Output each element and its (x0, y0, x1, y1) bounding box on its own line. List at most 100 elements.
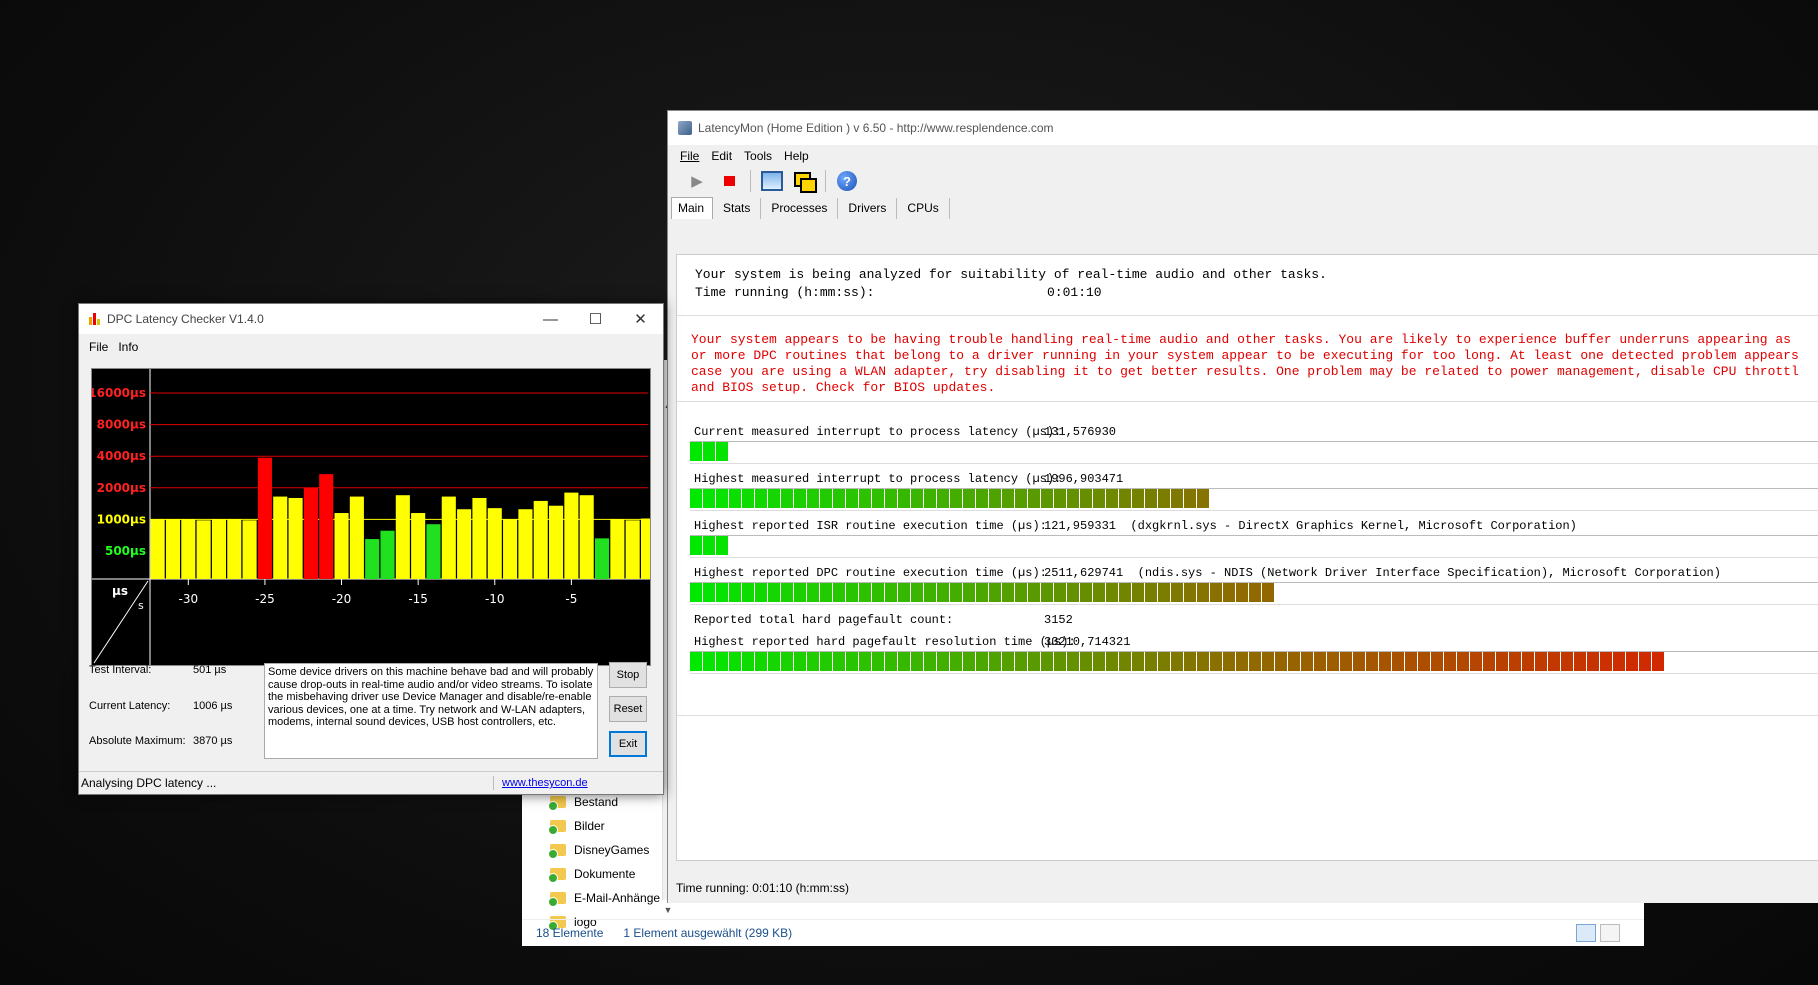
chart-bar (288, 497, 303, 579)
monitor-icon[interactable] (761, 170, 783, 192)
bar-segment (1028, 489, 1040, 508)
bar-segment (716, 583, 728, 602)
tab-cpus[interactable]: CPUs (897, 198, 950, 219)
metric-label: Current measured interrupt to process la… (694, 425, 1062, 439)
bar-segment (1561, 652, 1573, 671)
bar-segment (976, 489, 988, 508)
y-tick-label: 500µs (105, 544, 146, 558)
folder-item[interactable]: Bilder (548, 814, 660, 838)
bar-segment (911, 652, 923, 671)
latency-bar (690, 535, 1818, 558)
bar-segment (937, 652, 949, 671)
bar-segment (1119, 652, 1131, 671)
tab-stats[interactable]: Stats (713, 198, 762, 219)
chart-bar (640, 518, 656, 579)
x-tick-label: -5 (565, 592, 577, 606)
x-unit-label: s (138, 599, 144, 612)
chart-bar (365, 539, 380, 579)
latency-bar (690, 441, 1818, 464)
reset-button[interactable]: Reset (609, 696, 647, 722)
bar-segment (1080, 489, 1092, 508)
chart-bar (319, 474, 334, 579)
chart-bar (549, 505, 564, 579)
bar-segment (1444, 652, 1456, 671)
menu-file[interactable]: File (680, 149, 699, 163)
stop-button[interactable]: Stop (609, 662, 647, 688)
bar-segment (1548, 652, 1560, 671)
bar-segment (1106, 489, 1118, 508)
window-title: DPC Latency Checker V1.4.0 (107, 312, 264, 326)
bar-segment (716, 652, 728, 671)
windows-icon[interactable] (793, 170, 817, 193)
thesycon-link[interactable]: www.thesycon.de (502, 777, 588, 789)
menu-edit[interactable]: Edit (711, 149, 732, 163)
bar-segment (768, 489, 780, 508)
play-icon[interactable]: ▶ (686, 170, 708, 192)
exit-button[interactable]: Exit (609, 731, 647, 757)
metric-value: 1996,903471 (1044, 472, 1124, 486)
large-icons-view-icon[interactable] (1600, 924, 1620, 942)
bar-segment (1184, 583, 1196, 602)
bar-segment (898, 583, 910, 602)
dpc-titlebar[interactable]: DPC Latency Checker V1.4.0 — ☐ ✕ (79, 304, 663, 334)
bar-segment (989, 652, 1001, 671)
bar-segment (859, 489, 871, 508)
bar-segment (1054, 489, 1066, 508)
bar-segment (924, 583, 936, 602)
folder-item[interactable]: E-Mail-Anhänge (548, 886, 660, 910)
bar-segment (781, 583, 793, 602)
bar-segment (1184, 489, 1196, 508)
chart-bar (426, 524, 441, 579)
bar-segment (768, 652, 780, 671)
help-icon[interactable]: ? (836, 170, 858, 192)
folder-label: DisneyGames (574, 843, 650, 857)
bar-segment (846, 489, 858, 508)
bar-segment (937, 583, 949, 602)
bar-segment (729, 489, 741, 508)
bar-segment (1223, 583, 1235, 602)
menu-file[interactable]: File (89, 340, 108, 354)
menu-info[interactable]: Info (118, 340, 138, 354)
menu-tools[interactable]: Tools (744, 149, 772, 163)
tab-processes[interactable]: Processes (761, 198, 839, 219)
bar-segment (1002, 489, 1014, 508)
bar-segment (1093, 652, 1105, 671)
bar-segment (755, 652, 767, 671)
latencymon-app-icon (678, 121, 692, 135)
tab-drivers[interactable]: Drivers (838, 198, 898, 219)
bar-segment (1249, 652, 1261, 671)
metric-label: Highest reported DPC routine execution t… (694, 566, 1047, 580)
bar-segment (690, 442, 702, 461)
scroll-down-icon[interactable]: ▼ (662, 905, 674, 915)
folder-item[interactable]: DisneyGames (548, 838, 660, 862)
maximize-icon[interactable]: ☐ (573, 304, 618, 334)
x-tick-label: -30 (179, 592, 199, 606)
chart-bar (303, 487, 318, 579)
chart-bar (181, 519, 196, 579)
bar-segment (963, 652, 975, 671)
window-title: LatencyMon (Home Edition ) v 6.50 - http… (698, 121, 1054, 135)
absolute-max-value: 3870 µs (193, 735, 233, 747)
bar-fill (690, 583, 1818, 602)
latencymon-titlebar[interactable]: LatencyMon (Home Edition ) v 6.50 - http… (668, 111, 1818, 145)
stop-icon[interactable] (718, 170, 740, 192)
bar-segment (1132, 489, 1144, 508)
y-tick-label: 4000µs (97, 449, 146, 463)
menu-help[interactable]: Help (784, 149, 809, 163)
bar-segment (1613, 652, 1625, 671)
folder-label: Bilder (574, 819, 605, 833)
tab-main[interactable]: Main (671, 197, 714, 219)
close-icon[interactable]: ✕ (618, 304, 663, 334)
bar-segment (1067, 489, 1079, 508)
bar-segment (781, 489, 793, 508)
minimize-icon[interactable]: — (528, 304, 573, 334)
metric-value: 131,576930 (1044, 425, 1117, 439)
bar-segment (703, 652, 715, 671)
bar-segment (742, 489, 754, 508)
bar-segment (885, 583, 897, 602)
bar-segment (1236, 583, 1248, 602)
details-view-icon[interactable] (1576, 924, 1596, 942)
folder-item[interactable]: Dokumente (548, 862, 660, 886)
test-interval-label: Test Interval: (89, 664, 152, 676)
bar-segment (807, 583, 819, 602)
